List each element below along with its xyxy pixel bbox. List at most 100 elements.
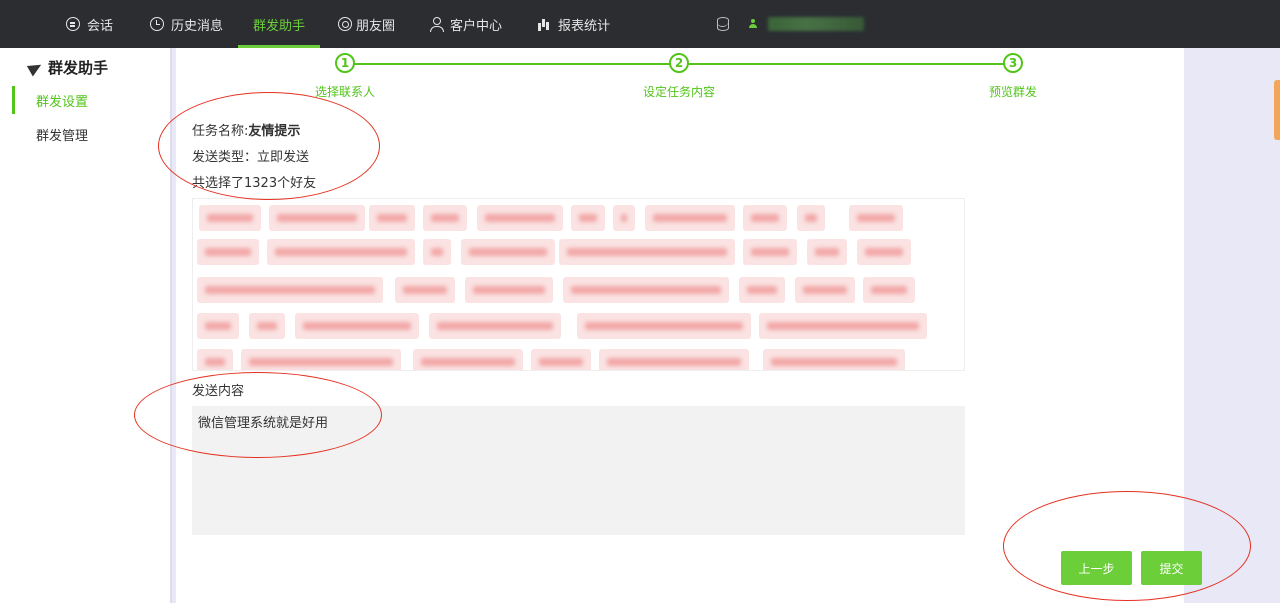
nav-item-moments[interactable]: 朋友圈 — [338, 0, 395, 48]
friend-chip-blur — [431, 214, 459, 222]
friend-chip[interactable] — [743, 239, 797, 265]
task-name: 任务名称:友情提示 — [192, 120, 300, 139]
friend-chip-blur — [653, 214, 727, 222]
sidebar-title: 群发助手 — [26, 57, 109, 78]
nav-item-label: 历史消息 — [171, 18, 224, 34]
task-name-value: 友情提示 — [248, 124, 301, 139]
friend-chip[interactable] — [857, 239, 911, 265]
selected-friends-list[interactable] — [192, 198, 965, 371]
account-icon — [748, 19, 758, 29]
friend-chip[interactable] — [369, 205, 415, 231]
friend-chip[interactable] — [571, 205, 605, 231]
database-icon[interactable] — [717, 17, 729, 31]
friend-chip[interactable] — [849, 205, 903, 231]
send-type: 发送类型：立即发送 — [192, 150, 310, 165]
friend-chip-blur — [205, 248, 251, 256]
friend-chip[interactable] — [295, 313, 419, 339]
friend-chip[interactable] — [423, 205, 467, 231]
friend-chip-blur — [871, 286, 907, 294]
friend-chip[interactable] — [739, 277, 785, 303]
friend-chip-blur — [815, 248, 839, 256]
step-label-1: 选择联系人 — [314, 85, 376, 99]
content-label: 发送内容 — [192, 384, 245, 399]
user-icon — [429, 17, 444, 32]
submit-button[interactable]: 提交 — [1141, 551, 1202, 585]
friend-chip-blur — [567, 248, 727, 256]
friend-chip-blur — [249, 358, 393, 366]
nav-item-history[interactable]: 历史消息 — [150, 0, 223, 48]
friend-chip[interactable] — [395, 277, 455, 303]
friend-chip[interactable] — [645, 205, 735, 231]
friend-chip[interactable] — [413, 349, 523, 370]
bar-chart-icon — [537, 17, 551, 31]
nav-item-mass-send[interactable]: 群发助手 — [238, 0, 320, 48]
friend-chip-blur — [473, 286, 545, 294]
friend-chip[interactable] — [269, 205, 365, 231]
friend-chip[interactable] — [759, 313, 927, 339]
friend-chip-blur — [421, 358, 515, 366]
nav-item-label: 会话 — [87, 18, 114, 34]
friend-chip[interactable] — [599, 349, 749, 370]
friend-chip[interactable] — [197, 277, 383, 303]
friend-chip[interactable] — [241, 349, 401, 370]
friend-chip-blur — [585, 322, 743, 330]
friend-chip[interactable] — [559, 239, 735, 265]
sidebar-item-label: 群发管理 — [36, 128, 89, 144]
step-circle-2: 2 — [669, 53, 689, 73]
friend-chip[interactable] — [563, 277, 729, 303]
friend-chip[interactable] — [797, 205, 825, 231]
selected-friends-count: 共选择了1323个好友 — [192, 176, 317, 191]
friend-chip[interactable] — [763, 349, 905, 370]
sidebar-item-mass-send-management[interactable]: 群发管理 — [12, 120, 170, 148]
friend-chip-blur — [437, 322, 553, 330]
friend-chip[interactable] — [267, 239, 415, 265]
friend-chip-blur — [607, 358, 741, 366]
friend-chip-blur — [277, 214, 357, 222]
friend-chip[interactable] — [197, 239, 259, 265]
side-float-tab[interactable] — [1274, 80, 1280, 140]
friend-chip[interactable] — [807, 239, 847, 265]
friend-chip[interactable] — [197, 349, 233, 370]
friend-chip-blur — [621, 214, 627, 222]
friend-chip[interactable] — [461, 239, 555, 265]
friend-chip[interactable] — [577, 313, 751, 339]
nav-item-reports[interactable]: 报表统计 — [537, 0, 610, 48]
friend-chip-blur — [275, 248, 407, 256]
friend-chip-blur — [539, 358, 583, 366]
friend-chip-blur — [469, 248, 547, 256]
friend-chip[interactable] — [249, 313, 285, 339]
friend-chip-blur — [205, 286, 375, 294]
friend-chip[interactable] — [613, 205, 635, 231]
account-id-blurred[interactable] — [768, 17, 864, 31]
friend-chip[interactable] — [477, 205, 563, 231]
friend-chip[interactable] — [863, 277, 915, 303]
sidebar-item-label: 群发设置 — [36, 94, 89, 110]
nav-item-customer-center[interactable]: 客户中心 — [429, 0, 502, 48]
step-circle-3: 3 — [1003, 53, 1023, 73]
friend-chip-blur — [857, 214, 895, 222]
top-navigation-bar: 会话 历史消息 群发助手 朋友圈 客户中心 报表统计 — [0, 0, 1280, 48]
nav-item-chat[interactable]: 会话 — [66, 0, 113, 48]
friend-chip-blur — [431, 248, 443, 256]
friend-chip-blur — [805, 214, 817, 222]
sidebar-title-text: 群发助手 — [48, 59, 109, 77]
friend-chip[interactable] — [197, 313, 239, 339]
friend-chip-blur — [751, 214, 779, 222]
friend-chip-blur — [803, 286, 847, 294]
friend-chip[interactable] — [465, 277, 553, 303]
prev-step-button[interactable]: 上一步 — [1061, 551, 1132, 585]
content-textarea[interactable] — [192, 406, 965, 535]
friend-chip[interactable] — [199, 205, 261, 231]
friend-chip[interactable] — [423, 239, 451, 265]
step-label-3: 预览群发 — [988, 85, 1038, 99]
nav-item-label: 群发助手 — [252, 18, 305, 34]
friend-chip[interactable] — [531, 349, 591, 370]
friend-chip[interactable] — [429, 313, 561, 339]
friend-chip-blur — [771, 358, 897, 366]
friend-chip[interactable] — [743, 205, 787, 231]
friend-chip-blur — [205, 358, 225, 366]
friend-chip[interactable] — [795, 277, 855, 303]
nav-item-label: 报表统计 — [558, 18, 611, 34]
friend-chip-blur — [403, 286, 447, 294]
sidebar-item-mass-send-settings[interactable]: 群发设置 — [12, 86, 170, 114]
